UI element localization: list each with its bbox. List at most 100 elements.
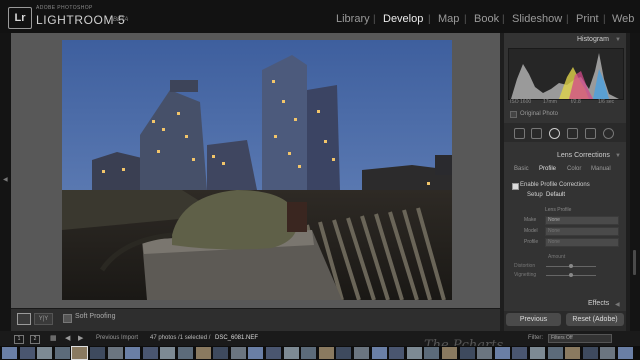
tab-basic[interactable]: Basic — [514, 166, 529, 172]
back-arrow-icon[interactable]: ◀ — [65, 334, 70, 342]
second-window-button[interactable]: 2 — [30, 335, 40, 344]
left-panel-toggle-icon[interactable]: ◀ — [3, 176, 8, 183]
filmstrip-thumbnail[interactable] — [54, 347, 70, 359]
filmstrip-thumbnail[interactable] — [354, 347, 369, 359]
module-separator: | — [502, 14, 505, 25]
module-develop[interactable]: Develop — [383, 13, 423, 25]
collapse-lens-icon[interactable]: ▼ — [615, 153, 621, 159]
filmstrip-thumbnail[interactable] — [160, 347, 176, 359]
make-label: Make — [524, 217, 537, 223]
filmstrip-thumbnail[interactable] — [283, 347, 299, 359]
lens-corrections-title[interactable]: Lens Corrections — [557, 152, 610, 159]
filmstrip-thumbnail[interactable] — [459, 347, 475, 359]
filmstrip-thumbnail[interactable] — [301, 347, 317, 359]
filmstrip-thumbnail[interactable] — [618, 347, 633, 359]
reset-button[interactable]: Reset (Adobe) — [566, 313, 624, 326]
module-separator: | — [603, 14, 606, 25]
effects-title[interactable]: Effects — [588, 300, 609, 307]
grid-icon[interactable]: ▦ — [50, 334, 57, 342]
histogram-iso: ISO 1600 — [510, 99, 532, 105]
enable-profile-label: Enable Profile Corrections — [520, 182, 590, 188]
filmstrip-thumbnail[interactable] — [230, 347, 246, 359]
previous-button[interactable]: Previous — [506, 313, 561, 326]
filmstrip-thumbnail[interactable] — [90, 347, 105, 359]
module-separator: | — [428, 14, 431, 25]
histogram-title[interactable]: Histogram — [577, 36, 609, 43]
brand-name: LIGHTROOM 5 — [36, 13, 126, 27]
filmstrip-thumbnail[interactable] — [213, 347, 229, 359]
module-separator: | — [373, 14, 376, 25]
expand-effects-icon[interactable]: ◀ — [615, 301, 620, 308]
filmstrip-thumbnail[interactable] — [424, 347, 440, 359]
previous-import-label[interactable]: Previous Import — [96, 335, 138, 341]
soft-proofing-checkbox[interactable] — [63, 314, 72, 323]
histogram-graph — [508, 48, 624, 100]
original-photo-label: Original Photo — [520, 111, 559, 117]
tab-profile[interactable]: Profile — [539, 166, 556, 172]
spot-removal-icon[interactable] — [549, 128, 560, 139]
model-label: Model — [524, 228, 538, 234]
model-select[interactable]: None — [545, 227, 619, 236]
enable-profile-checkbox[interactable] — [512, 183, 519, 190]
original-photo-checkbox[interactable] — [510, 111, 517, 118]
filter-label: Filter: — [528, 335, 543, 341]
vignetting-slider-handle[interactable] — [569, 273, 573, 277]
module-library[interactable]: Library — [336, 13, 370, 25]
filter-dropdown[interactable]: Filters Off — [548, 334, 612, 343]
before-after-button[interactable]: Y|Y — [34, 313, 53, 325]
filmstrip-thumbnail[interactable] — [125, 347, 141, 359]
module-book[interactable]: Book — [474, 13, 499, 25]
filmstrip-thumbnail[interactable] — [565, 347, 581, 359]
adjustment-brush-icon[interactable] — [603, 128, 614, 139]
crop-icon[interactable] — [531, 128, 542, 139]
filmstrip-thumbnail[interactable] — [19, 347, 35, 359]
filmstrip-thumbnail[interactable] — [512, 347, 528, 359]
filmstrip-thumbnail[interactable] — [318, 347, 334, 359]
module-map[interactable]: Map — [438, 13, 459, 25]
tab-manual[interactable]: Manual — [591, 166, 611, 172]
loupe-view-button[interactable] — [17, 313, 31, 325]
histogram-aperture: f/2.8 — [571, 99, 581, 105]
filmstrip-thumbnail[interactable] — [530, 347, 545, 359]
filmstrip-thumbnail[interactable] — [37, 347, 53, 359]
filmstrip-thumbnail[interactable] — [371, 347, 387, 359]
filmstrip-thumbnail[interactable] — [2, 347, 17, 359]
soft-proofing-label: Soft Proofing — [75, 313, 116, 320]
graduated-filter-icon[interactable] — [585, 128, 596, 139]
filmstrip-thumbnail[interactable] — [477, 347, 493, 359]
filmstrip-thumbnail[interactable] — [248, 347, 264, 359]
grid-overlay-icon[interactable] — [514, 128, 525, 139]
histogram-focal: 17mm — [543, 99, 557, 105]
filmstrip-thumbnail[interactable] — [406, 347, 422, 359]
filmstrip-thumbnail[interactable] — [107, 347, 123, 359]
right-panel-scrollbar[interactable] — [633, 250, 636, 275]
module-slideshow[interactable]: Slideshow — [512, 13, 562, 25]
module-print[interactable]: Print — [576, 13, 599, 25]
filmstrip-thumbnail[interactable] — [266, 347, 281, 359]
filmstrip-thumbnail[interactable] — [494, 347, 510, 359]
filmstrip-thumbnail[interactable] — [389, 347, 405, 359]
filmstrip-thumbnail[interactable] — [442, 347, 457, 359]
right-panel-edge[interactable] — [630, 33, 640, 331]
profile-select[interactable]: None — [545, 238, 619, 247]
make-select[interactable]: None — [545, 216, 619, 225]
filmstrip-thumbnail[interactable] — [336, 347, 352, 359]
lens-profile-label: Lens Profile — [545, 207, 572, 213]
distortion-slider-handle[interactable] — [569, 264, 573, 268]
selected-filename: DSC_6081.NEF — [215, 335, 259, 341]
setup-dropdown[interactable]: Default — [546, 192, 565, 198]
filmstrip-thumbnail[interactable] — [582, 347, 598, 359]
filmstrip-thumbnail[interactable] — [142, 347, 158, 359]
collapse-histogram-icon[interactable]: ▼ — [615, 37, 621, 43]
filmstrip-thumbnail[interactable] — [547, 347, 563, 359]
profile-label: Profile — [524, 239, 539, 245]
filmstrip-thumbnail[interactable] — [71, 346, 89, 360]
filmstrip-thumbnail[interactable] — [600, 347, 616, 359]
main-window-button[interactable]: 1 — [14, 335, 24, 344]
filmstrip-thumbnail[interactable] — [178, 347, 193, 359]
tab-color[interactable]: Color — [567, 166, 581, 172]
filmstrip-thumbnail[interactable] — [195, 347, 211, 359]
forward-arrow-icon[interactable]: ▶ — [78, 334, 83, 342]
red-eye-icon[interactable] — [567, 128, 578, 139]
module-web[interactable]: Web — [612, 13, 634, 25]
